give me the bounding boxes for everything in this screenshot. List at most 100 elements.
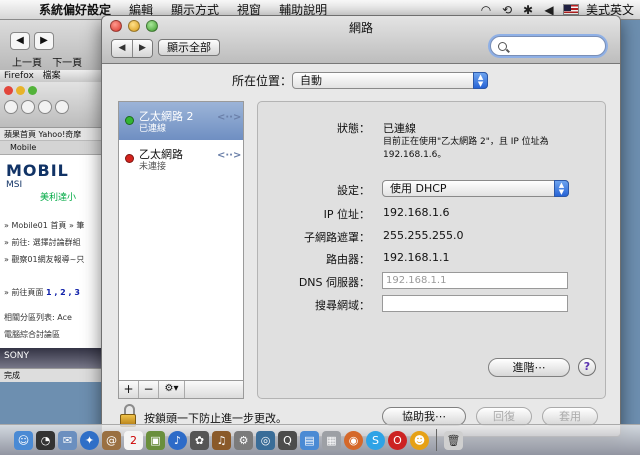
service-status: 未連接 bbox=[139, 162, 167, 172]
forward-icon[interactable]: ▶ bbox=[34, 32, 54, 50]
app-icon[interactable]: ☻ bbox=[410, 430, 429, 450]
site-banner-text: 美利達小 bbox=[40, 193, 77, 203]
sony-banner[interactable]: SONY bbox=[0, 348, 110, 368]
dock: ☺ ◔ ✉ ✦ @ 2 ▣ ♪ ✿ ♫ ⚙ ◎ Q ▤ ▦ ◉ S O ☻ 🗑 bbox=[0, 424, 640, 455]
site-logo: MOBIL bbox=[6, 161, 69, 180]
breadcrumb[interactable]: » Mobile01 首頁 » 筆 bbox=[0, 217, 109, 234]
service-item-ethernet-2[interactable]: 乙太網路 2 已連線 <··> bbox=[119, 102, 243, 140]
mask-label: 子網路遮罩： bbox=[304, 231, 370, 244]
finder-icon[interactable]: ☺ bbox=[14, 430, 33, 450]
back-label: 上一頁 bbox=[12, 58, 42, 69]
firefox-menubar: Firefox 檔案 bbox=[0, 70, 109, 82]
photo-icon[interactable]: ▣ bbox=[146, 430, 165, 450]
ff-back-icon[interactable] bbox=[4, 100, 18, 114]
mail-icon[interactable]: ✉ bbox=[58, 430, 77, 450]
search-domain-label: 搜尋網域： bbox=[315, 299, 370, 312]
service-list: 乙太網路 2 已連線 <··> 乙太網路 未連接 <··> bbox=[118, 101, 244, 381]
browser-tab[interactable]: Mobile bbox=[0, 141, 109, 155]
firefox-file-menu[interactable]: 檔案 bbox=[43, 71, 61, 81]
location-row: 所在位置： 自動 ▲ ▼ bbox=[232, 72, 489, 89]
nav-segment: ◀ ▶ bbox=[111, 39, 153, 58]
advanced-button[interactable]: 進階⋯ bbox=[488, 358, 570, 377]
minimize-icon[interactable] bbox=[16, 86, 25, 95]
utility-icon[interactable]: ▦ bbox=[322, 430, 341, 450]
opera-icon[interactable]: O bbox=[388, 430, 407, 450]
ethernet-icon: <··> bbox=[217, 112, 242, 123]
remove-service-button[interactable]: − bbox=[139, 381, 159, 398]
search-icon bbox=[498, 41, 507, 51]
back-icon[interactable]: ◀ bbox=[10, 32, 30, 50]
window-toolbar: 網路 ◀ ▶ 顯示全部 bbox=[102, 16, 620, 64]
detail-pane: 狀態： 已連線 目前正在使用"乙太網路 2"，且 IP 位址為 192.168.… bbox=[257, 101, 606, 399]
pager-pages[interactable]: 1 , 2 , 3 bbox=[46, 288, 80, 297]
back-arrow-icon[interactable]: ◀ bbox=[112, 40, 132, 57]
ff-reload-icon[interactable] bbox=[38, 100, 52, 114]
dns-field[interactable]: 192.168.1.1 bbox=[382, 272, 568, 289]
firefox-icon[interactable]: ◉ bbox=[344, 430, 363, 450]
browser-status: 完成 bbox=[0, 368, 110, 382]
news-link[interactable]: » 觀察01網友報導~只 bbox=[0, 251, 109, 268]
mask-value: 255.255.255.0 bbox=[383, 229, 464, 242]
popup-arrows-icon: ▲ ▼ bbox=[554, 180, 569, 197]
help-button[interactable]: ? bbox=[578, 358, 596, 376]
location-value: 自動 bbox=[300, 74, 323, 87]
preview-icon[interactable]: ▤ bbox=[300, 430, 319, 450]
zoom-icon[interactable] bbox=[28, 86, 37, 95]
safari-icon[interactable]: ✦ bbox=[80, 430, 99, 450]
forum-link[interactable]: 電腦綜合討論區 bbox=[0, 326, 109, 343]
forward-arrow-icon[interactable]: ▶ bbox=[132, 40, 152, 57]
forum-select[interactable]: » 前往: 選擇討論群組 bbox=[0, 234, 109, 251]
ical-icon[interactable]: 2 bbox=[124, 430, 143, 450]
pager: » 前往頁面 1 , 2 , 3 bbox=[0, 284, 109, 301]
pager-prefix: » 前往頁面 bbox=[4, 288, 44, 297]
service-item-ethernet[interactable]: 乙太網路 未連接 <··> bbox=[119, 140, 243, 178]
status-note: 目前正在使用"乙太網路 2"，且 IP 位址為 192.168.1.6。 bbox=[383, 137, 549, 160]
dns-label: DNS 伺服器： bbox=[298, 276, 370, 289]
site-logo-sub: MSI bbox=[6, 180, 23, 190]
address-book-icon[interactable]: @ bbox=[102, 430, 121, 450]
skype-icon[interactable]: S bbox=[366, 430, 385, 450]
service-status: 已連線 bbox=[139, 124, 167, 134]
config-label: 設定： bbox=[337, 184, 370, 197]
router-value: 192.168.1.1 bbox=[383, 251, 450, 264]
firefox-menu[interactable]: Firefox bbox=[4, 71, 34, 81]
network-icon[interactable]: ◎ bbox=[256, 430, 275, 450]
router-label: 路由器： bbox=[326, 253, 370, 266]
firefox-window: Firefox 檔案 蘋果首頁 Yahoo!奇摩 Mobile MOBIL MS… bbox=[0, 70, 110, 382]
us-flag-icon[interactable] bbox=[562, 4, 579, 15]
status-label: 狀態： bbox=[337, 122, 370, 135]
ff-forward-icon[interactable] bbox=[21, 100, 35, 114]
dashboard-icon[interactable]: ◔ bbox=[36, 430, 55, 450]
bookmarks-bar[interactable]: 蘋果首頁 Yahoo!奇摩 bbox=[0, 128, 109, 141]
network-preferences-window: 網路 ◀ ▶ 顯示全部 所在位置： 自動 ▲ ▼ 乙太網路 2 已連線 <··> … bbox=[101, 15, 621, 437]
garageband-icon[interactable]: ♫ bbox=[212, 430, 231, 450]
forward-label: 下一頁 bbox=[52, 58, 83, 69]
status-value: 已連線 bbox=[383, 122, 416, 135]
related-forums[interactable]: 相關分區列表: Ace bbox=[0, 309, 109, 326]
popup-arrows-icon: ▲ ▼ bbox=[473, 72, 489, 89]
search-domain-field[interactable] bbox=[382, 295, 568, 312]
location-popup[interactable]: 自動 ▲ ▼ bbox=[292, 72, 489, 89]
close-icon[interactable] bbox=[4, 86, 13, 95]
search-input[interactable] bbox=[511, 40, 591, 52]
trash-icon[interactable]: 🗑 bbox=[444, 430, 463, 450]
ip-label: IP 位址： bbox=[323, 208, 370, 221]
quicktime-icon[interactable]: Q bbox=[278, 430, 297, 450]
ethernet-icon: <··> bbox=[217, 150, 242, 161]
show-all-button[interactable]: 顯示全部 bbox=[158, 39, 220, 56]
system-prefs-icon[interactable]: ⚙ bbox=[234, 430, 253, 450]
window-title: 網路 bbox=[348, 21, 373, 35]
iphoto-icon[interactable]: ✿ bbox=[190, 430, 209, 450]
location-label: 所在位置： bbox=[232, 74, 293, 88]
config-value: 使用 DHCP bbox=[390, 182, 447, 195]
status-dot-icon bbox=[125, 116, 134, 125]
status-dot-icon bbox=[125, 154, 134, 163]
config-popup[interactable]: 使用 DHCP ▲ ▼ bbox=[382, 180, 569, 197]
search-field[interactable] bbox=[490, 36, 606, 56]
itunes-icon[interactable]: ♪ bbox=[168, 430, 187, 450]
gear-icon[interactable]: ⚙▾ bbox=[159, 381, 185, 398]
service-toolbar: + − ⚙▾ bbox=[118, 381, 244, 399]
ip-value: 192.168.1.6 bbox=[383, 206, 450, 219]
add-service-button[interactable]: + bbox=[119, 381, 139, 398]
ff-stop-icon[interactable] bbox=[55, 100, 69, 114]
